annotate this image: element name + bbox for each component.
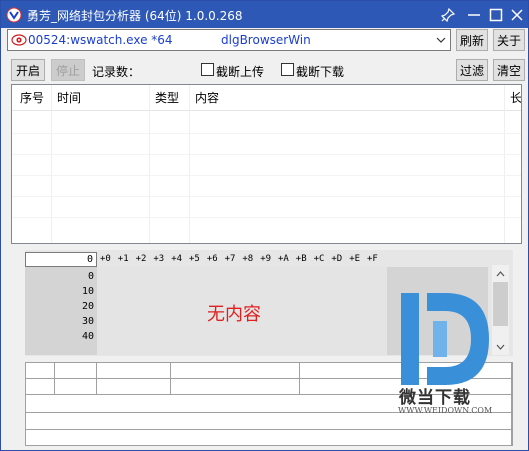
detail-cell [171, 363, 300, 379]
hex-column-header: +A [278, 254, 289, 264]
about-button[interactable]: 关于 [493, 29, 525, 51]
stop-button: 停止 [51, 59, 85, 81]
hex-column-header: +6 [206, 254, 218, 264]
hex-column-header: +2 [135, 254, 147, 264]
grid-line [12, 217, 521, 218]
hex-column-header: +C [313, 254, 325, 264]
hex-column-header: +F [367, 254, 378, 264]
detail-cell [55, 379, 97, 395]
intercept-download-label[interactable]: 截断下载 [296, 63, 344, 80]
chevron-down-icon[interactable] [436, 36, 446, 44]
detail-cell [55, 363, 97, 379]
hex-column-header: +7 [224, 254, 236, 264]
detail-cell [97, 379, 171, 395]
start-button[interactable]: 开启 [11, 59, 45, 81]
packet-list-header: 序号 时间 类型 内容 长 [12, 85, 521, 111]
hex-address: 40 [81, 331, 94, 342]
window-title: 勇芳_网络封包分析器 (64位) 1.0.0.268 [27, 9, 243, 23]
hex-column-header: +E [349, 254, 361, 264]
grid-line [12, 154, 521, 155]
intercept-upload-checkbox[interactable] [201, 63, 214, 76]
intercept-upload-label[interactable]: 截断上传 [216, 63, 264, 80]
hex-column-header: +8 [242, 254, 254, 264]
hex-address: 0 [87, 271, 94, 282]
hex-column-header: +1 [117, 254, 129, 264]
grid-line [189, 85, 190, 243]
selected-window-class: dlgBrowserWin [221, 33, 311, 47]
column-content[interactable]: 内容 [189, 85, 219, 111]
hex-column-header: +3 [153, 254, 165, 264]
empty-message: 无内容 [207, 304, 261, 325]
column-length[interactable]: 长 [504, 85, 521, 111]
process-select[interactable]: 00524:wswatch.exe *64 dlgBrowserWin [7, 29, 451, 51]
watermark-url: WWW.WEIDOWN.COM [398, 406, 493, 415]
hex-column-header: +9 [260, 254, 272, 264]
hex-column-header: +D [331, 254, 343, 264]
hex-column-header: +B [295, 254, 307, 264]
pin-icon[interactable] [438, 5, 458, 25]
close-icon[interactable] [507, 5, 527, 25]
clear-button[interactable]: 清空 [493, 59, 525, 81]
column-time[interactable]: 时间 [51, 85, 81, 111]
selected-process: 00524:wswatch.exe *64 [28, 33, 173, 47]
app-icon [6, 7, 22, 23]
grid-line [504, 85, 505, 243]
detail-row [26, 430, 512, 445]
hex-offset-field[interactable]: 0 [25, 252, 97, 267]
detail-cell [171, 379, 300, 395]
column-type[interactable]: 类型 [149, 85, 179, 111]
grid-line [51, 85, 52, 243]
refresh-button[interactable]: 刷新 [456, 29, 488, 51]
grid-line [149, 85, 150, 243]
grid-line [12, 196, 521, 197]
minimize-icon[interactable] [464, 5, 484, 25]
packet-list[interactable]: 序号 时间 类型 内容 长 [11, 84, 522, 244]
hex-address: 30 [81, 316, 94, 327]
hex-address-column: 0 10 20 30 40 [25, 267, 97, 355]
filter-button[interactable]: 过滤 [456, 59, 488, 81]
title-bar[interactable]: 勇芳_网络封包分析器 (64位) 1.0.0.268 [1, 1, 528, 28]
record-count-label: 记录数： [92, 65, 141, 79]
detail-cell [26, 379, 55, 395]
hex-address: 10 [81, 286, 94, 297]
detail-cell [26, 363, 55, 379]
grid-line [12, 175, 521, 176]
app-window: 勇芳_网络封包分析器 (64位) 1.0.0.268 00524:wswatch… [0, 0, 529, 451]
maximize-icon[interactable] [486, 5, 506, 25]
detail-cell [97, 363, 171, 379]
hex-column-header: +5 [189, 254, 200, 264]
hex-column-header: +0 [100, 254, 111, 264]
intercept-download-checkbox[interactable] [281, 63, 294, 76]
scroll-up-icon[interactable] [492, 265, 509, 282]
column-index[interactable]: 序号 [14, 85, 44, 111]
watermark-brand: 微当下载 [399, 388, 471, 408]
hex-address: 20 [81, 301, 94, 312]
hex-column-header: +4 [171, 254, 183, 264]
grid-line [12, 133, 521, 134]
eye-icon [11, 34, 27, 46]
